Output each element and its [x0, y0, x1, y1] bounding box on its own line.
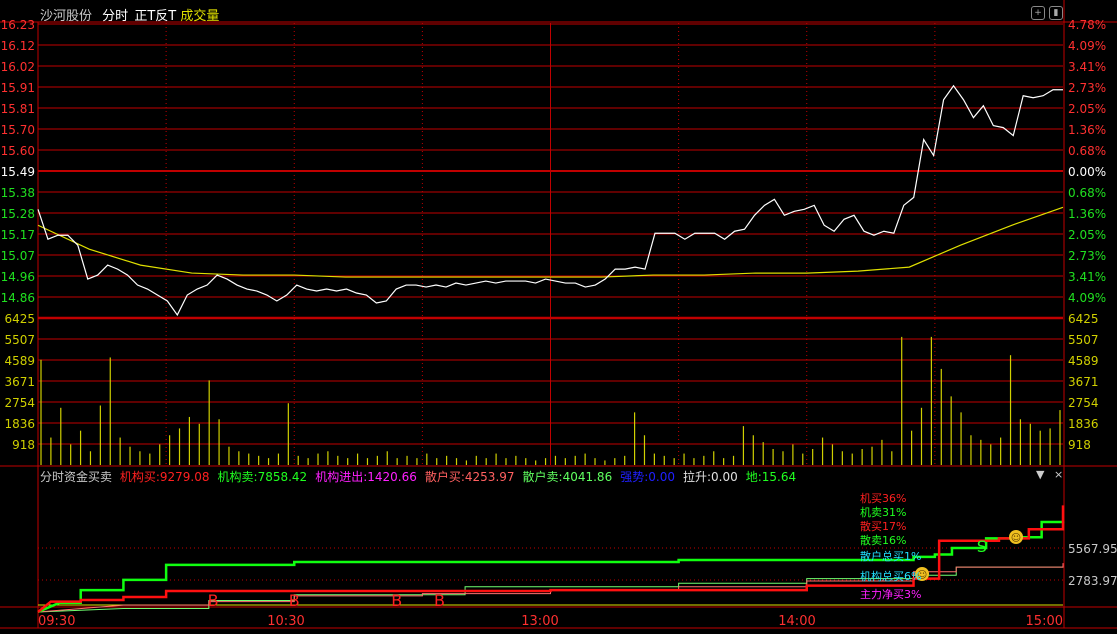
indicator-tick-label: 5567.95 [1068, 542, 1117, 556]
legend-3: 散卖16% [860, 533, 906, 547]
price-tick-label: 16.12 [1, 39, 35, 53]
signal-marker-B: B [289, 591, 300, 610]
legend-4: 散户总买1% [860, 549, 921, 563]
indicator-tick-label: 2783.97 [1068, 574, 1117, 588]
volume-tick-label: 4589 [4, 354, 35, 368]
volume-tick-label: 1836 [4, 417, 35, 431]
time-axis-label: 13:00 [521, 614, 558, 629]
legend-1: 机卖31% [860, 505, 906, 519]
legend-0: 机买36% [860, 491, 906, 505]
indicator-item: 散户买:4253.97 [425, 470, 519, 484]
indicator-item-value: 0.00 [648, 470, 675, 484]
panel-toggle-icon[interactable]: ▮ [1049, 6, 1063, 20]
price-tick-label: 15.28 [1, 207, 35, 221]
time-axis-label: 09:30 [38, 614, 75, 629]
pct-tick-label: 2.05% [1068, 228, 1106, 242]
volume-tick-label-right: 5507 [1068, 333, 1099, 347]
indicator-item-label: 散户卖: [522, 470, 563, 484]
volume-label[interactable]: 成交量 [180, 9, 219, 24]
volume-tick-label-right: 6425 [1068, 312, 1099, 326]
strategy-label[interactable]: 正T反T [134, 9, 176, 24]
price-tick-label: 14.86 [1, 291, 35, 305]
indicator-item: 强势:0.00 [620, 470, 679, 484]
legend-6: 主力净买3% [860, 587, 921, 601]
pct-tick-label: 3.41% [1068, 270, 1106, 284]
time-axis-label: 15:00 [1026, 614, 1063, 629]
indicator-item-label: 地: [745, 470, 762, 484]
pct-tick-label: 3.41% [1068, 60, 1106, 74]
pct-tick-label: 2.73% [1068, 249, 1106, 263]
indicator-item-value: 0.00 [711, 470, 738, 484]
volume-tick-label-right: 3671 [1068, 375, 1099, 389]
price-tick-label: 15.38 [1, 186, 35, 200]
indicator-title[interactable]: 分时资金买卖 [40, 470, 112, 484]
legend-5: 机构总买6% [860, 569, 921, 583]
indicator-item-label: 强势: [620, 470, 649, 484]
price-tick-label: 15.70 [1, 123, 35, 137]
pct-tick-label: 1.36% [1068, 123, 1106, 137]
indicator-header: 分时资金买卖 机构买:9279.08 机构卖:7858.42 机构进出:1420.6… [40, 468, 808, 485]
indicator-item-value: 4253.97 [464, 470, 515, 484]
indicator-item-value: 9279.08 [159, 470, 210, 484]
dropdown-icon[interactable]: ▼ [1036, 468, 1044, 481]
pct-tick-label: 0.00% [1068, 165, 1106, 179]
indicator-item-label: 散户买: [424, 470, 465, 484]
price-tick-label: 15.60 [1, 144, 35, 158]
intraday-chart[interactable]: 16.23 4.78% 16.12 4.09% 16.02 3.41% 15.91 2.73%… [0, 0, 1117, 634]
pct-tick-label: 0.68% [1068, 186, 1106, 200]
pct-tick-label: 0.68% [1068, 144, 1106, 158]
smiley-marker-icon: ☺ [1009, 530, 1024, 544]
indicator-item: 机构进出:1420.66 [315, 470, 421, 484]
pct-tick-label: 2.05% [1068, 102, 1106, 116]
volume-tick-label: 3671 [4, 375, 35, 389]
price-tick-label: 16.02 [1, 60, 35, 74]
stock-name: 沙河股份 [40, 9, 93, 24]
smiley-glyph: ☺ [1011, 533, 1021, 544]
volume-tick-label-right: 918 [1068, 438, 1091, 452]
volume-tick-label: 2754 [4, 396, 35, 410]
indicator-item-label: 机构进出: [315, 470, 368, 484]
time-axis-label: 10:30 [267, 614, 304, 629]
indicator-item-label: 机构买: [119, 470, 160, 484]
price-tick-label: 16.23 [1, 18, 35, 32]
indicator-item-value: 15.64 [761, 470, 797, 484]
pct-tick-label: 2.73% [1068, 81, 1106, 95]
volume-tick-label: 6425 [4, 312, 35, 326]
pct-tick-label: 4.09% [1068, 39, 1106, 53]
price-tick-label: 15.91 [1, 81, 35, 95]
indicator-item: 地:15.64 [746, 470, 800, 484]
indicator-item: 机构买:9279.08 [120, 470, 214, 484]
volume-tick-label-right: 4589 [1068, 354, 1099, 368]
pct-tick-label: 4.09% [1068, 291, 1106, 305]
time-axis-label: 14:00 [778, 614, 815, 629]
indicator-item: 散户卖:4041.86 [523, 470, 617, 484]
pct-tick-label: 1.36% [1068, 207, 1106, 221]
price-tick-label: 14.96 [1, 270, 35, 284]
price-tick-label: 15.49 [1, 165, 35, 179]
indicator-item-value: 1420.66 [367, 470, 417, 484]
signal-marker-B: B [391, 591, 402, 610]
indicator-item-value: 7858.42 [257, 470, 308, 484]
volume-tick-label-right: 1836 [1068, 417, 1099, 431]
signal-marker-B: B [208, 591, 219, 610]
volume-tick-label: 918 [12, 438, 35, 452]
pct-tick-label: 4.78% [1068, 18, 1106, 32]
price-tick-label: 15.17 [1, 228, 35, 242]
chart-header: 沙河股份 分时 正T反T 成交量 [40, 5, 225, 24]
legend-2: 散买17% [860, 519, 906, 533]
volume-tick-label-right: 2754 [1068, 396, 1099, 410]
close-icon[interactable]: × [1054, 468, 1063, 481]
volume-tick-label: 5507 [4, 333, 35, 347]
price-tick-label: 15.07 [1, 249, 35, 263]
expand-icon[interactable]: + [1031, 6, 1045, 20]
mode-label[interactable]: 分时 [102, 9, 128, 24]
indicator-item: 机构卖:7858.42 [218, 470, 312, 484]
signal-marker-B: B [434, 591, 445, 610]
indicator-item: 拉升:0.00 [683, 470, 742, 484]
indicator-item-value: 4041.86 [562, 470, 613, 484]
indicator-item-label: 拉升: [682, 470, 712, 484]
price-tick-label: 15.81 [1, 102, 35, 116]
signal-marker-S: S [977, 537, 987, 556]
indicator-item-label: 机构卖: [217, 470, 258, 484]
